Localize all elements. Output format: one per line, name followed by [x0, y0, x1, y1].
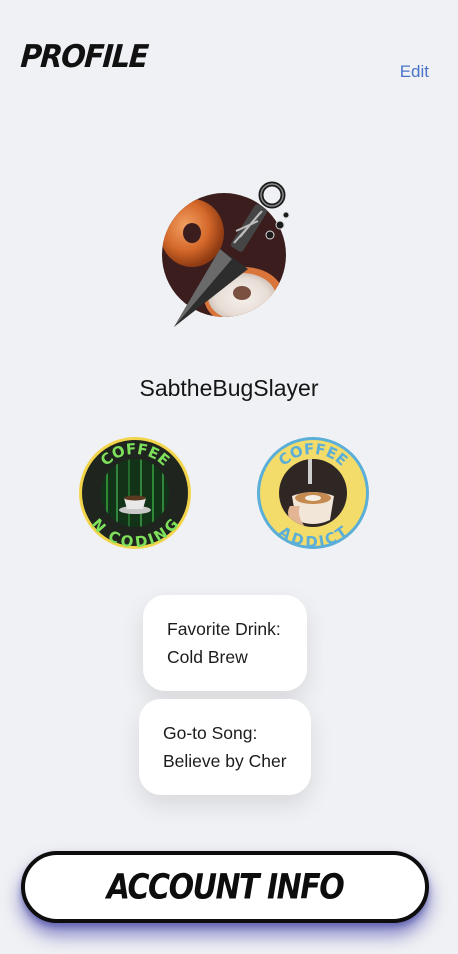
coffee-addict-badge-icon: COFFEE ADDICT	[257, 437, 369, 551]
account-info-button[interactable]: ACCOUNT INFO	[21, 851, 429, 923]
favorite-drink-label: Favorite Drink:	[167, 619, 281, 639]
bagel-kunai-icon	[162, 181, 290, 327]
username: SabtheBugSlayer	[139, 375, 319, 401]
badge-coffee-addict[interactable]: COFFEE ADDICT	[256, 436, 370, 551]
account-info-label: ACCOUNT INFO	[106, 866, 345, 908]
favorite-drink-value: Cold Brew	[167, 647, 248, 667]
page-title: PROFILE	[19, 38, 149, 75]
badge-coffee-n-coding[interactable]: COFFEE N CODING	[78, 436, 192, 552]
favorite-drink-card: Favorite Drink: Cold Brew	[143, 595, 307, 691]
avatar[interactable]	[162, 181, 294, 329]
coffee-n-coding-badge-icon: COFFEE N CODING	[79, 437, 191, 552]
edit-button[interactable]: Edit	[400, 62, 429, 82]
go-to-song-label: Go-to Song:	[163, 723, 258, 743]
go-to-song-value: Believe by Cher	[163, 751, 287, 771]
go-to-song-card: Go-to Song: Believe by Cher	[139, 699, 311, 795]
